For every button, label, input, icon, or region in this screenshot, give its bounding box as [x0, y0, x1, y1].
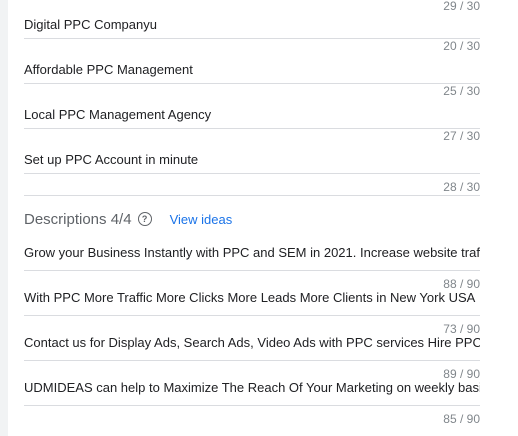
char-counter: 88 / 90: [443, 277, 480, 291]
descriptions-heading: Descriptions 4/4 ? View ideas: [24, 208, 232, 230]
help-circle-icon[interactable]: ?: [137, 212, 152, 226]
description-field[interactable]: Grow your Business Instantly with PPC an…: [24, 236, 480, 271]
ad-editor-panel: 29 / 30 Digital PPC Companyu 20 / 30 Aff…: [8, 0, 518, 436]
headline-value[interactable]: Affordable PPC Management: [24, 62, 480, 77]
char-counter: 25 / 30: [443, 84, 480, 98]
char-counter: 73 / 90: [443, 322, 480, 336]
char-counter: 27 / 30: [443, 129, 480, 143]
descriptions-list: Grow your Business Instantly with PPC an…: [24, 236, 480, 436]
headline-value[interactable]: Digital PPC Companyu: [24, 17, 480, 32]
description-value[interactable]: Grow your Business Instantly with PPC an…: [24, 245, 480, 260]
headline-field[interactable]: 27 / 30 Set up PPC Account in minute: [24, 129, 480, 174]
char-counter: 29 / 30: [443, 0, 480, 13]
headlines-list: 29 / 30 Digital PPC Companyu 20 / 30 Aff…: [24, 0, 480, 196]
headline-value[interactable]: Set up PPC Account in minute: [24, 152, 480, 167]
char-counter: 28 / 30: [443, 180, 480, 194]
description-value[interactable]: Contact us for Display Ads, Search Ads, …: [24, 335, 480, 350]
char-counter: 85 / 90: [443, 412, 480, 426]
headline-value[interactable]: Local PPC Management Agency: [24, 107, 480, 122]
descriptions-title: Descriptions 4/4: [24, 210, 132, 228]
view-ideas-link[interactable]: View ideas: [170, 212, 233, 227]
headline-field[interactable]: 29 / 30 Digital PPC Companyu: [24, 0, 480, 39]
description-field[interactable]: 88 / 90 With PPC More Traffic More Click…: [24, 271, 480, 316]
description-value[interactable]: With PPC More Traffic More Clicks More L…: [24, 290, 480, 305]
description-value[interactable]: UDMIDEAS can help to Maximize The Reach …: [24, 380, 480, 395]
headline-field[interactable]: 28 / 30: [24, 174, 480, 196]
description-field[interactable]: 73 / 90 Contact us for Display Ads, Sear…: [24, 316, 480, 361]
headline-field[interactable]: 25 / 30 Local PPC Management Agency: [24, 84, 480, 129]
headline-field[interactable]: 20 / 30 Affordable PPC Management: [24, 39, 480, 84]
char-counter: 20 / 30: [443, 39, 480, 53]
description-field[interactable]: 85 / 90: [24, 406, 480, 436]
char-counter: 89 / 90: [443, 367, 480, 381]
description-field[interactable]: 89 / 90 UDMIDEAS can help to Maximize Th…: [24, 361, 480, 406]
